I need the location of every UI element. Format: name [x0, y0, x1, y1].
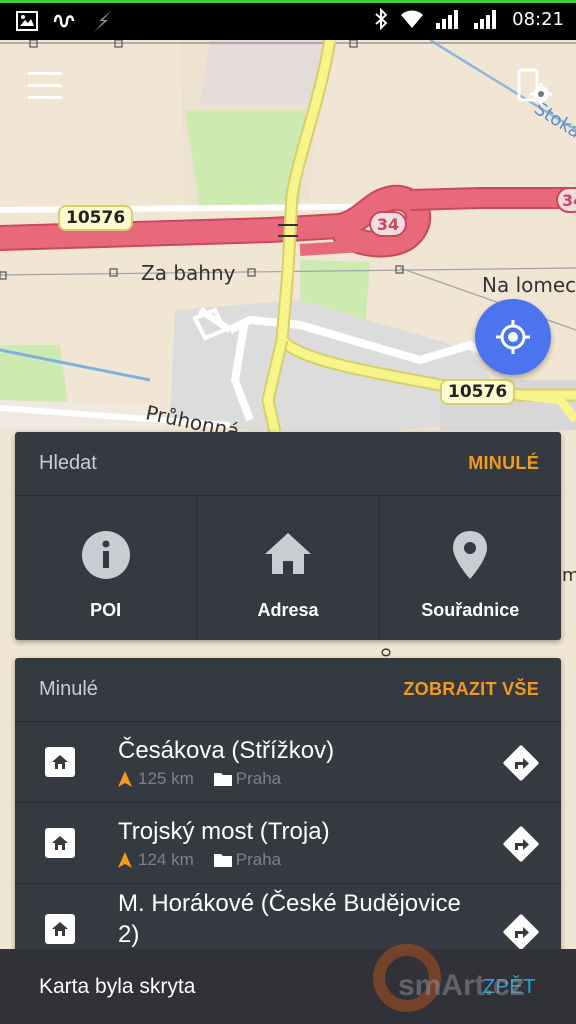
snackbar: Karta byla skryta ZPĚT [0, 949, 576, 1024]
wifi-icon [401, 10, 424, 28]
bluetooth-icon [375, 8, 388, 30]
recent-item-name: M. Horákové (České Budějovice 2) [118, 890, 461, 948]
image-icon [16, 11, 38, 31]
highway-number-badge: 34 [556, 187, 576, 213]
highway-number-badge: 34 [369, 211, 407, 237]
street-label: me [562, 565, 576, 586]
house-icon [52, 836, 68, 850]
search-option-label: POI [90, 600, 122, 620]
snackbar-message: Karta byla skryta [39, 975, 196, 998]
folder-icon [213, 854, 232, 867]
recent-item-distance: 124 km [138, 850, 194, 869]
recent-item-meta: 125 km Praha [118, 769, 281, 789]
hamburger-menu-button[interactable] [28, 72, 64, 102]
show-all-button[interactable]: ZOBRAZIT VŠE [403, 679, 539, 700]
recent-card: Minulé ZOBRAZIT VŠE Česákova (Střížkov) … [15, 658, 561, 998]
recent-history-button[interactable]: MINULÉ [468, 453, 539, 474]
search-option-poi[interactable]: POI [15, 496, 198, 640]
hamburger-menu-icon-line [28, 84, 62, 87]
status-left-icons [16, 9, 116, 33]
gps-target-icon [496, 320, 530, 354]
address-type-badge [45, 828, 75, 858]
recent-list-item[interactable]: Česákova (Střížkov) 125 km Praha [15, 722, 561, 803]
search-card-title: Hledat [39, 452, 97, 474]
search-option-address[interactable]: Adresa [197, 496, 380, 640]
navigation-arrow-icon [118, 771, 132, 787]
folder-icon [213, 773, 232, 786]
recent-item-distance: 125 km [138, 769, 194, 788]
search-option-label: Adresa [257, 600, 319, 620]
hamburger-menu-icon-line [28, 96, 62, 99]
flash-icon [94, 10, 112, 32]
recent-item-folder: Praha [235, 769, 282, 788]
search-card: Hledat MINULÉ POI Adresa Souřadnice [15, 432, 561, 640]
recent-item-meta: 124 km Praha [118, 850, 281, 870]
road-number-badge: 10576 [440, 379, 516, 405]
device-settings-button[interactable] [516, 68, 552, 106]
directions-icon[interactable] [503, 914, 539, 950]
house-icon [52, 922, 68, 936]
house-icon [52, 755, 68, 769]
signal-wave-icon [53, 14, 75, 28]
search-option-label: Souřadnice [421, 600, 520, 620]
directions-icon[interactable] [503, 745, 539, 781]
recent-item-name: Trojský most (Troja) [118, 818, 330, 845]
road-number-badge: 10576 [58, 205, 134, 231]
hamburger-menu-icon [28, 72, 62, 75]
house-icon [264, 533, 311, 574]
locate-me-button[interactable] [475, 299, 551, 375]
search-options: POI Adresa Souřadnice [15, 496, 561, 640]
status-accent-line [0, 0, 576, 3]
navigation-arrow-icon [118, 852, 132, 868]
recent-list-item[interactable]: Trojský most (Troja) 124 km Praha [15, 803, 561, 884]
address-type-badge [45, 747, 75, 777]
cell-signal-icon [436, 10, 459, 29]
search-card-header: Hledat MINULÉ [15, 432, 561, 496]
status-right-icons: 08:21 [374, 8, 564, 30]
cell-signal-icon [474, 10, 497, 29]
info-icon [81, 531, 130, 579]
undo-button[interactable]: ZPĚT [483, 976, 536, 999]
recent-card-title: Minulé [39, 678, 98, 700]
recent-card-header: Minulé ZOBRAZIT VŠE [15, 658, 561, 722]
directions-icon[interactable] [503, 826, 539, 862]
address-type-badge [45, 914, 75, 944]
street-label: Za bahny [141, 261, 236, 285]
recent-item-name: Česákova (Střížkov) [118, 737, 335, 764]
recent-item-folder: Praha [235, 850, 282, 869]
device-settings-icon [517, 68, 552, 105]
search-option-coordinates[interactable]: Souřadnice [380, 496, 561, 640]
status-time: 08:21 [512, 8, 564, 30]
street-label: Na lomech [482, 273, 576, 297]
location-pin-icon [453, 531, 488, 579]
status-bar: 08:21 [0, 0, 576, 40]
